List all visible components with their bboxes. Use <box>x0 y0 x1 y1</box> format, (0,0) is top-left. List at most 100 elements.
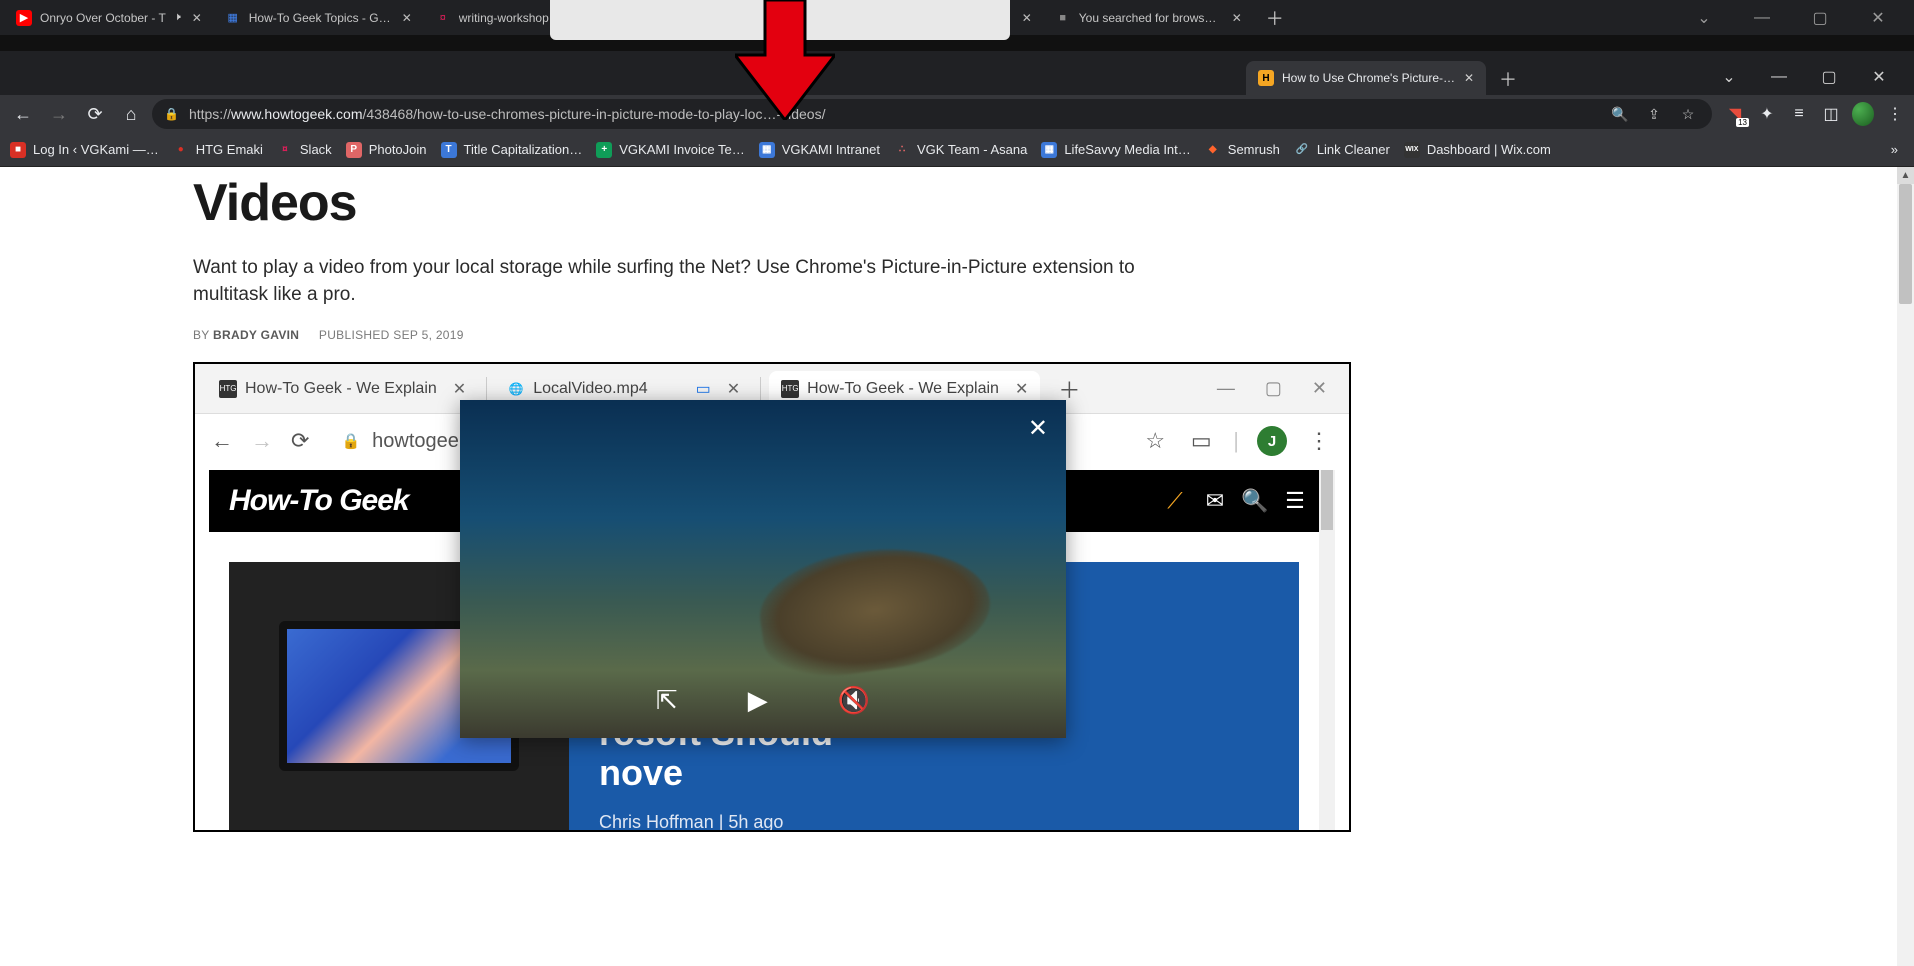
author-link[interactable]: BRADY GAVIN <box>213 328 299 342</box>
pip-controls: ⇱ ▶ 🔇 <box>460 685 1066 716</box>
minimize-icon: — <box>1217 378 1235 399</box>
audio-icon[interactable]: 🕨 <box>174 11 181 24</box>
close-tab-icon[interactable]: ✕ <box>399 10 415 26</box>
article-meta: BY BRADY GAVIN PUBLISHED SEP 5, 2019 <box>193 328 1360 342</box>
obscured-toolbar <box>0 35 1914 51</box>
kebab-icon: ⋮ <box>1305 428 1333 454</box>
tab-title: How to Use Chrome's Picture-in… <box>1282 71 1456 85</box>
bookmark-item[interactable]: PPhotoJoin <box>346 142 427 158</box>
pip-close-icon[interactable]: ✕ <box>1028 414 1048 443</box>
bookmark-item[interactable]: ■Log In ‹ VGKami —… <box>10 142 159 158</box>
mail-icon: ✉ <box>1195 488 1235 514</box>
rss-icon: ⟋ <box>1155 488 1195 514</box>
home-button[interactable]: ⌂ <box>116 99 146 129</box>
reload-button[interactable]: ⟳ <box>80 99 110 129</box>
bookmark-item[interactable]: WIXDashboard | Wix.com <box>1404 142 1551 158</box>
pip-indicator-icon: ▭ <box>696 379 711 399</box>
favicon-icon: ■ <box>1055 10 1071 26</box>
forward-button[interactable]: → <box>44 99 74 129</box>
hero-tab: HTGHow-To Geek - We Explain✕ <box>207 371 478 407</box>
kebab-menu-icon[interactable]: ⋮ <box>1884 103 1906 125</box>
bookmark-item[interactable]: ∴VGK Team - Asana <box>894 142 1027 158</box>
hamburger-icon: ☰ <box>1275 488 1315 514</box>
close-tab-icon[interactable]: ✕ <box>189 10 205 26</box>
reading-list-icon[interactable]: ≡ <box>1788 103 1810 125</box>
browser-toolbar: ← → ⟳ ⌂ 🔒 https://www.howtogeek.com/4384… <box>0 95 1914 133</box>
bookmark-item[interactable]: TTitle Capitalization… <box>441 142 583 158</box>
address-bar[interactable]: 🔒 https://www.howtogeek.com/438468/how-t… <box>152 99 1712 129</box>
close-window-icon[interactable]: ✕ <box>1858 4 1898 32</box>
close-tab-icon[interactable]: ✕ <box>1229 10 1245 26</box>
bookmark-item[interactable]: ●HTG Emaki <box>173 142 263 158</box>
play-icon[interactable]: ▶ <box>748 685 768 716</box>
close-icon: ✕ <box>1312 378 1327 399</box>
bookmarks-overflow-icon[interactable]: » <box>1885 142 1904 157</box>
article-title: Videos <box>193 173 1360 233</box>
scroll-thumb[interactable] <box>1899 184 1912 304</box>
share-icon[interactable]: ⇪ <box>1642 106 1666 123</box>
close-window-icon[interactable]: ✕ <box>1860 63 1898 91</box>
maximize-icon: ▢ <box>1265 378 1282 399</box>
browser-tab[interactable]: ▦ How-To Geek Topics - Goo ✕ <box>215 3 425 33</box>
extensions-area: ◥13 ✦ ≡ ◫ ⋮ <box>1724 103 1906 125</box>
favicon-icon: ¤ <box>435 10 451 26</box>
reload-icon: ⟳ <box>291 428 309 454</box>
bookmark-item[interactable]: ◆Semrush <box>1205 142 1280 158</box>
back-button[interactable]: ← <box>8 99 38 129</box>
bookmark-item[interactable]: +VGKAMI Invoice Te… <box>596 142 744 158</box>
page-scrollbar[interactable]: ▲ <box>1897 167 1914 966</box>
extensions-puzzle-icon[interactable]: ✦ <box>1756 103 1778 125</box>
favicon-icon: ▦ <box>225 10 241 26</box>
article-lede: Want to play a video from your local sto… <box>193 255 1203 308</box>
tab-title: Onryo Over October - T <box>40 11 166 25</box>
hero-site-logo: How-To Geek <box>229 484 409 518</box>
close-icon: ✕ <box>1015 379 1028 399</box>
hero-window-controls: — ▢ ✕ <box>1217 378 1337 399</box>
browser-tab[interactable]: ▶ Onryo Over October - T 🕨 ✕ <box>6 3 215 33</box>
chevron-down-icon[interactable]: ⌄ <box>1710 63 1748 91</box>
bookmark-item[interactable]: ▦LifeSavvy Media Int… <box>1041 142 1190 158</box>
favicon-icon: ▶ <box>16 10 32 26</box>
chevron-down-icon[interactable]: ⌄ <box>1684 4 1724 32</box>
close-tab-icon[interactable]: ✕ <box>1464 71 1474 85</box>
pip-return-icon[interactable]: ⇱ <box>656 685 678 716</box>
bookmarks-bar: ■Log In ‹ VGKami —… ●HTG Emaki ¤Slack PP… <box>0 133 1914 167</box>
scroll-up-icon[interactable]: ▲ <box>1897 167 1914 184</box>
close-tab-icon[interactable]: ✕ <box>1019 10 1035 26</box>
hero-avatar: J <box>1257 426 1287 456</box>
picture-in-picture-window[interactable]: ✕ ⇱ ▶ 🔇 <box>460 400 1066 738</box>
hero-scrollbar <box>1319 470 1335 830</box>
tab-title: You searched for browser g <box>1079 11 1221 25</box>
new-tab-button[interactable]: ＋ <box>1494 65 1522 93</box>
search-icon: 🔍 <box>1235 488 1275 514</box>
sidepanel-icon[interactable]: ◫ <box>1820 103 1842 125</box>
minimize-icon[interactable]: — <box>1760 63 1798 91</box>
extension-icon[interactable]: ◥13 <box>1724 103 1746 125</box>
new-tab-button[interactable]: ＋ <box>1261 4 1289 32</box>
maximize-icon[interactable]: ▢ <box>1810 63 1848 91</box>
close-icon: ✕ <box>453 379 466 399</box>
profile-avatar[interactable] <box>1852 103 1874 125</box>
search-icon[interactable]: 🔍 <box>1608 106 1632 123</box>
maximize-icon[interactable]: ▢ <box>1800 4 1840 32</box>
lock-icon[interactable]: 🔒 <box>164 107 179 121</box>
published-label: PUBLISHED SEP 5, 2019 <box>319 328 464 342</box>
active-browser-tab[interactable]: H How to Use Chrome's Picture-in… ✕ <box>1246 61 1486 95</box>
url-text: https://www.howtogeek.com/438468/how-to-… <box>189 106 1598 122</box>
browser-tab[interactable]: ■ You searched for browser g ✕ <box>1045 3 1255 33</box>
bookmark-star-icon[interactable]: ☆ <box>1676 106 1700 123</box>
volume-icon[interactable]: 🔇 <box>838 685 870 716</box>
minimize-icon[interactable]: — <box>1742 4 1782 32</box>
close-icon: ✕ <box>727 379 740 399</box>
bookmark-item[interactable]: 🔗Link Cleaner <box>1294 142 1390 158</box>
annotation-arrow-icon <box>735 0 835 120</box>
video-content <box>753 535 997 686</box>
favicon-icon: H <box>1258 70 1274 86</box>
lock-icon: 🔒 <box>341 432 360 450</box>
hero-byline: Chris Hoffman | 5h ago <box>599 812 1279 830</box>
bookmark-item[interactable]: ¤Slack <box>277 142 332 158</box>
outer-window-controls: ⌄ — ▢ ✕ <box>1684 4 1908 32</box>
bookmark-item[interactable]: ▦VGKAMI Intranet <box>759 142 880 158</box>
by-prefix: BY <box>193 328 209 342</box>
star-icon: ☆ <box>1141 428 1169 454</box>
